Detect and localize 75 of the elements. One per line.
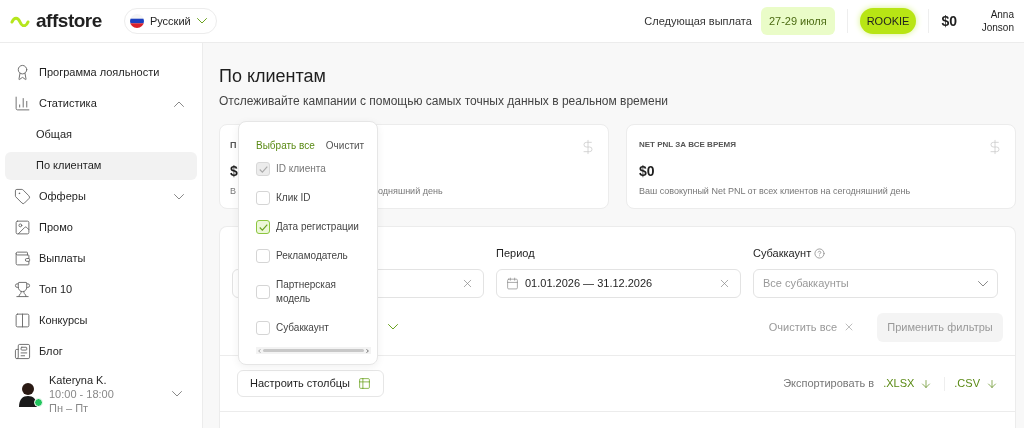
chevron-icon xyxy=(196,18,207,24)
column-option[interactable]: Рекламодатель xyxy=(276,249,368,263)
help-icon xyxy=(814,247,826,259)
chart-icon xyxy=(14,95,31,112)
checkbox[interactable] xyxy=(256,191,270,205)
sidebar-item[interactable]: Топ 10 xyxy=(5,274,197,305)
clear-link[interactable]: Очистит xyxy=(325,138,365,153)
configure-columns-button[interactable]: Настроить столбцы xyxy=(237,370,385,397)
card-value: $0 xyxy=(639,162,656,181)
page-subtitle: Отслеживайте кампании с помощью самых точных данных в реальном времени xyxy=(219,93,670,110)
sidebar-item[interactable]: Конкурсы xyxy=(5,305,197,336)
sidebar-item[interactable]: Программа лояльности xyxy=(5,57,197,88)
dollar-icon xyxy=(580,139,596,155)
dollar-icon xyxy=(987,139,1003,155)
checkbox[interactable] xyxy=(256,285,270,299)
download-icon xyxy=(986,377,998,390)
card-description: одняшний день xyxy=(378,185,443,198)
clear-icon[interactable] xyxy=(461,277,474,290)
download-icon xyxy=(920,377,933,390)
balance: $0 xyxy=(941,11,957,31)
image-icon xyxy=(14,219,31,236)
chevron-icon[interactable] xyxy=(172,391,182,397)
logo-text: affstore xyxy=(36,8,102,33)
sidebar-subitem[interactable]: Общая xyxy=(5,120,197,149)
column-option[interactable]: Субаккаунт xyxy=(276,321,368,335)
level-badge: ROOKIE xyxy=(859,7,917,35)
manager-name: Kateryna K. xyxy=(49,373,108,387)
scroll-right-icon[interactable] xyxy=(366,348,369,353)
export-label: Экспортировать в xyxy=(783,376,875,392)
column-option[interactable]: Дата регистрации xyxy=(276,220,368,234)
sidebar-item[interactable]: Выплаты xyxy=(5,243,197,274)
user-name: Anna Jonson xyxy=(980,8,1014,34)
close-icon xyxy=(843,321,855,333)
checkbox[interactable] xyxy=(256,321,270,335)
flag-icon xyxy=(129,14,144,28)
page-title: По клиентам xyxy=(219,65,327,87)
date-field[interactable]: 01.01.2026 — 31.12.2026 xyxy=(496,269,741,298)
export-link[interactable]: .XLSX xyxy=(883,375,933,392)
check-icon xyxy=(258,165,268,173)
checkbox[interactable] xyxy=(256,220,270,234)
card-description: В xyxy=(230,185,236,198)
manager-hours: 10:00 - 18:00 xyxy=(49,387,115,401)
table-icon xyxy=(358,377,372,390)
check-icon xyxy=(258,223,268,231)
sidebar-item[interactable]: Промо xyxy=(5,212,197,243)
field-label: Субаккаунт xyxy=(753,245,812,261)
calendar-icon xyxy=(506,277,519,290)
column-option[interactable]: Партнерская модель xyxy=(276,278,368,306)
logo-icon xyxy=(10,15,32,27)
sidebar-item[interactable]: Блог xyxy=(5,336,197,367)
payout-label: Следующая выплата xyxy=(644,13,752,29)
payout-dates: 27-29 июля xyxy=(760,6,835,36)
card-description: Ваш совокупный Net PNL от всех клиентов на сегодняшний день xyxy=(639,185,912,198)
export-link[interactable]: .CSV xyxy=(954,375,998,392)
tag-icon xyxy=(14,188,31,205)
sidebar-item[interactable]: Статистика xyxy=(5,88,197,119)
manager-days: Пн – Пт xyxy=(49,401,163,415)
trophy-icon xyxy=(14,281,31,298)
field-label: Период xyxy=(496,245,535,261)
card-value: $ xyxy=(230,162,238,181)
checkbox[interactable] xyxy=(256,249,270,263)
wallet-icon xyxy=(14,250,31,267)
select-all-link[interactable]: Выбрать все xyxy=(256,138,315,153)
chevron-icon[interactable] xyxy=(388,324,398,330)
sidebar-item[interactable]: Офферы xyxy=(5,181,197,212)
list-icon xyxy=(14,343,31,360)
column-option[interactable]: Клик ID xyxy=(276,191,368,205)
chevron-icon xyxy=(978,280,988,287)
scrollbar[interactable] xyxy=(256,347,371,354)
clear-icon[interactable] xyxy=(718,277,731,290)
card-title: П xyxy=(230,139,237,152)
scroll-left-icon[interactable] xyxy=(258,348,261,353)
card-title: NET PNL ЗА ВСЕ ВРЕМЯ xyxy=(639,139,736,151)
columns-icon xyxy=(14,312,31,329)
sidebar-subitem[interactable]: По клиентам xyxy=(5,151,197,180)
